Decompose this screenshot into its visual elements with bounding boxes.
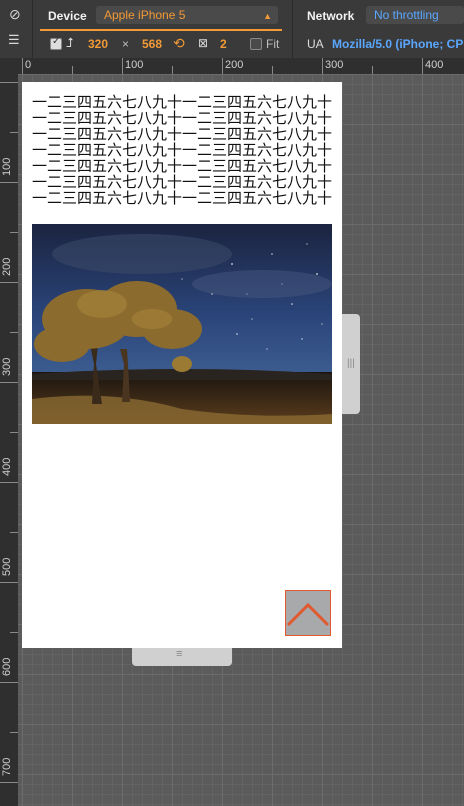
- device-viewport: 一二三四五六七八九十一二三四五六七八九十 一二三四五六七八九十一二三四五六七八九…: [22, 82, 342, 648]
- rotate-icon[interactable]: ⟲: [173, 36, 185, 50]
- text-line: 一二三四五六七八九十一二三四五六七八九十: [31, 93, 332, 111]
- toolbar-separator: [292, 0, 293, 58]
- device-underline: [40, 29, 282, 31]
- drawer-icon[interactable]: ☰: [8, 33, 20, 47]
- width-value[interactable]: 320: [88, 37, 108, 51]
- pixel-ratio-value[interactable]: 2: [220, 37, 227, 51]
- photo-illustration: [32, 224, 332, 424]
- dimensions-icon: ⮥: [66, 35, 74, 50]
- text-line: 一二三四五六七八九十一二三四五六七八九十: [31, 157, 332, 175]
- ruler-left-label: 200: [1, 257, 13, 276]
- dimensions-checkbox[interactable]: [50, 36, 62, 50]
- fit-label[interactable]: Fit: [266, 37, 279, 51]
- text-line: 一二三四五六七八九十一二三四五六七八九十: [31, 109, 332, 127]
- ua-label: UA: [307, 37, 324, 51]
- height-value[interactable]: 568: [142, 37, 162, 51]
- night-sky-tree-photo: [32, 224, 332, 424]
- times-sign: ×: [122, 37, 130, 51]
- back-to-top-button[interactable]: [285, 590, 331, 636]
- resize-handle-right[interactable]: |||: [342, 314, 360, 414]
- grip-icon: |||: [347, 358, 355, 369]
- chevron-up-icon: [286, 602, 330, 627]
- toolbar-left-strip: ⊘ ☰: [0, 0, 33, 58]
- ruler-top-label: 0: [25, 59, 32, 71]
- ruler-top-label: 400: [425, 59, 444, 71]
- ruler-corner: [0, 58, 18, 74]
- fit-checkbox[interactable]: [250, 38, 262, 50]
- emulation-toolbar: ⊘ ☰ Device Apple iPhone 5 ▲ Network No t…: [0, 0, 464, 59]
- network-select[interactable]: No throttling: [366, 6, 464, 24]
- ruler-left-label: 300: [1, 357, 13, 376]
- ruler-top-label: 100: [125, 59, 144, 71]
- ruler-left-label: 700: [1, 757, 13, 776]
- ruler-left-ticks: [0, 82, 18, 783]
- text-line: 一二三四五六七八九十一二三四五六七八九十: [31, 141, 332, 159]
- device-label: Device: [48, 9, 87, 23]
- ruler-top-label: 300: [325, 59, 344, 71]
- ruler-left-label: 400: [1, 457, 13, 476]
- ruler-left-label: 500: [1, 557, 13, 576]
- ruler-left: 100 200 300 400 500 600 700: [0, 74, 18, 806]
- text-line: 一二三四五六七八九十一二三四五六七八九十: [31, 173, 332, 191]
- select-caret-icon: ▲: [263, 11, 272, 21]
- ruler-top: 0 100 200 300 400: [18, 58, 464, 74]
- ua-value[interactable]: Mozilla/5.0 (iPhone; CP: [332, 37, 464, 51]
- pixel-ratio-icon: ⊠: [198, 36, 209, 50]
- network-label: Network: [307, 9, 355, 23]
- text-line: 一二三四五六七八九十一二三四五六七八九十: [31, 125, 332, 143]
- chinese-text-block: 一二三四五六七八九十一二三四五六七八九十 一二三四五六七八九十一二三四五六七八九…: [22, 94, 342, 206]
- ruler-left-label: 600: [1, 657, 13, 676]
- resize-handle-bottom[interactable]: ≡: [132, 648, 232, 666]
- text-line: 一二三四五六七八九十一二三四五六七八九十: [31, 189, 332, 207]
- device-select[interactable]: Apple iPhone 5 ▲: [96, 6, 278, 24]
- ruler-top-label: 200: [225, 59, 244, 71]
- ruler-left-label: 100: [1, 157, 13, 176]
- no-entry-icon[interactable]: ⊘: [9, 7, 21, 21]
- network-select-value: No throttling: [374, 8, 439, 22]
- device-select-value: Apple iPhone 5: [104, 8, 186, 22]
- grip-icon: ≡: [176, 648, 183, 660]
